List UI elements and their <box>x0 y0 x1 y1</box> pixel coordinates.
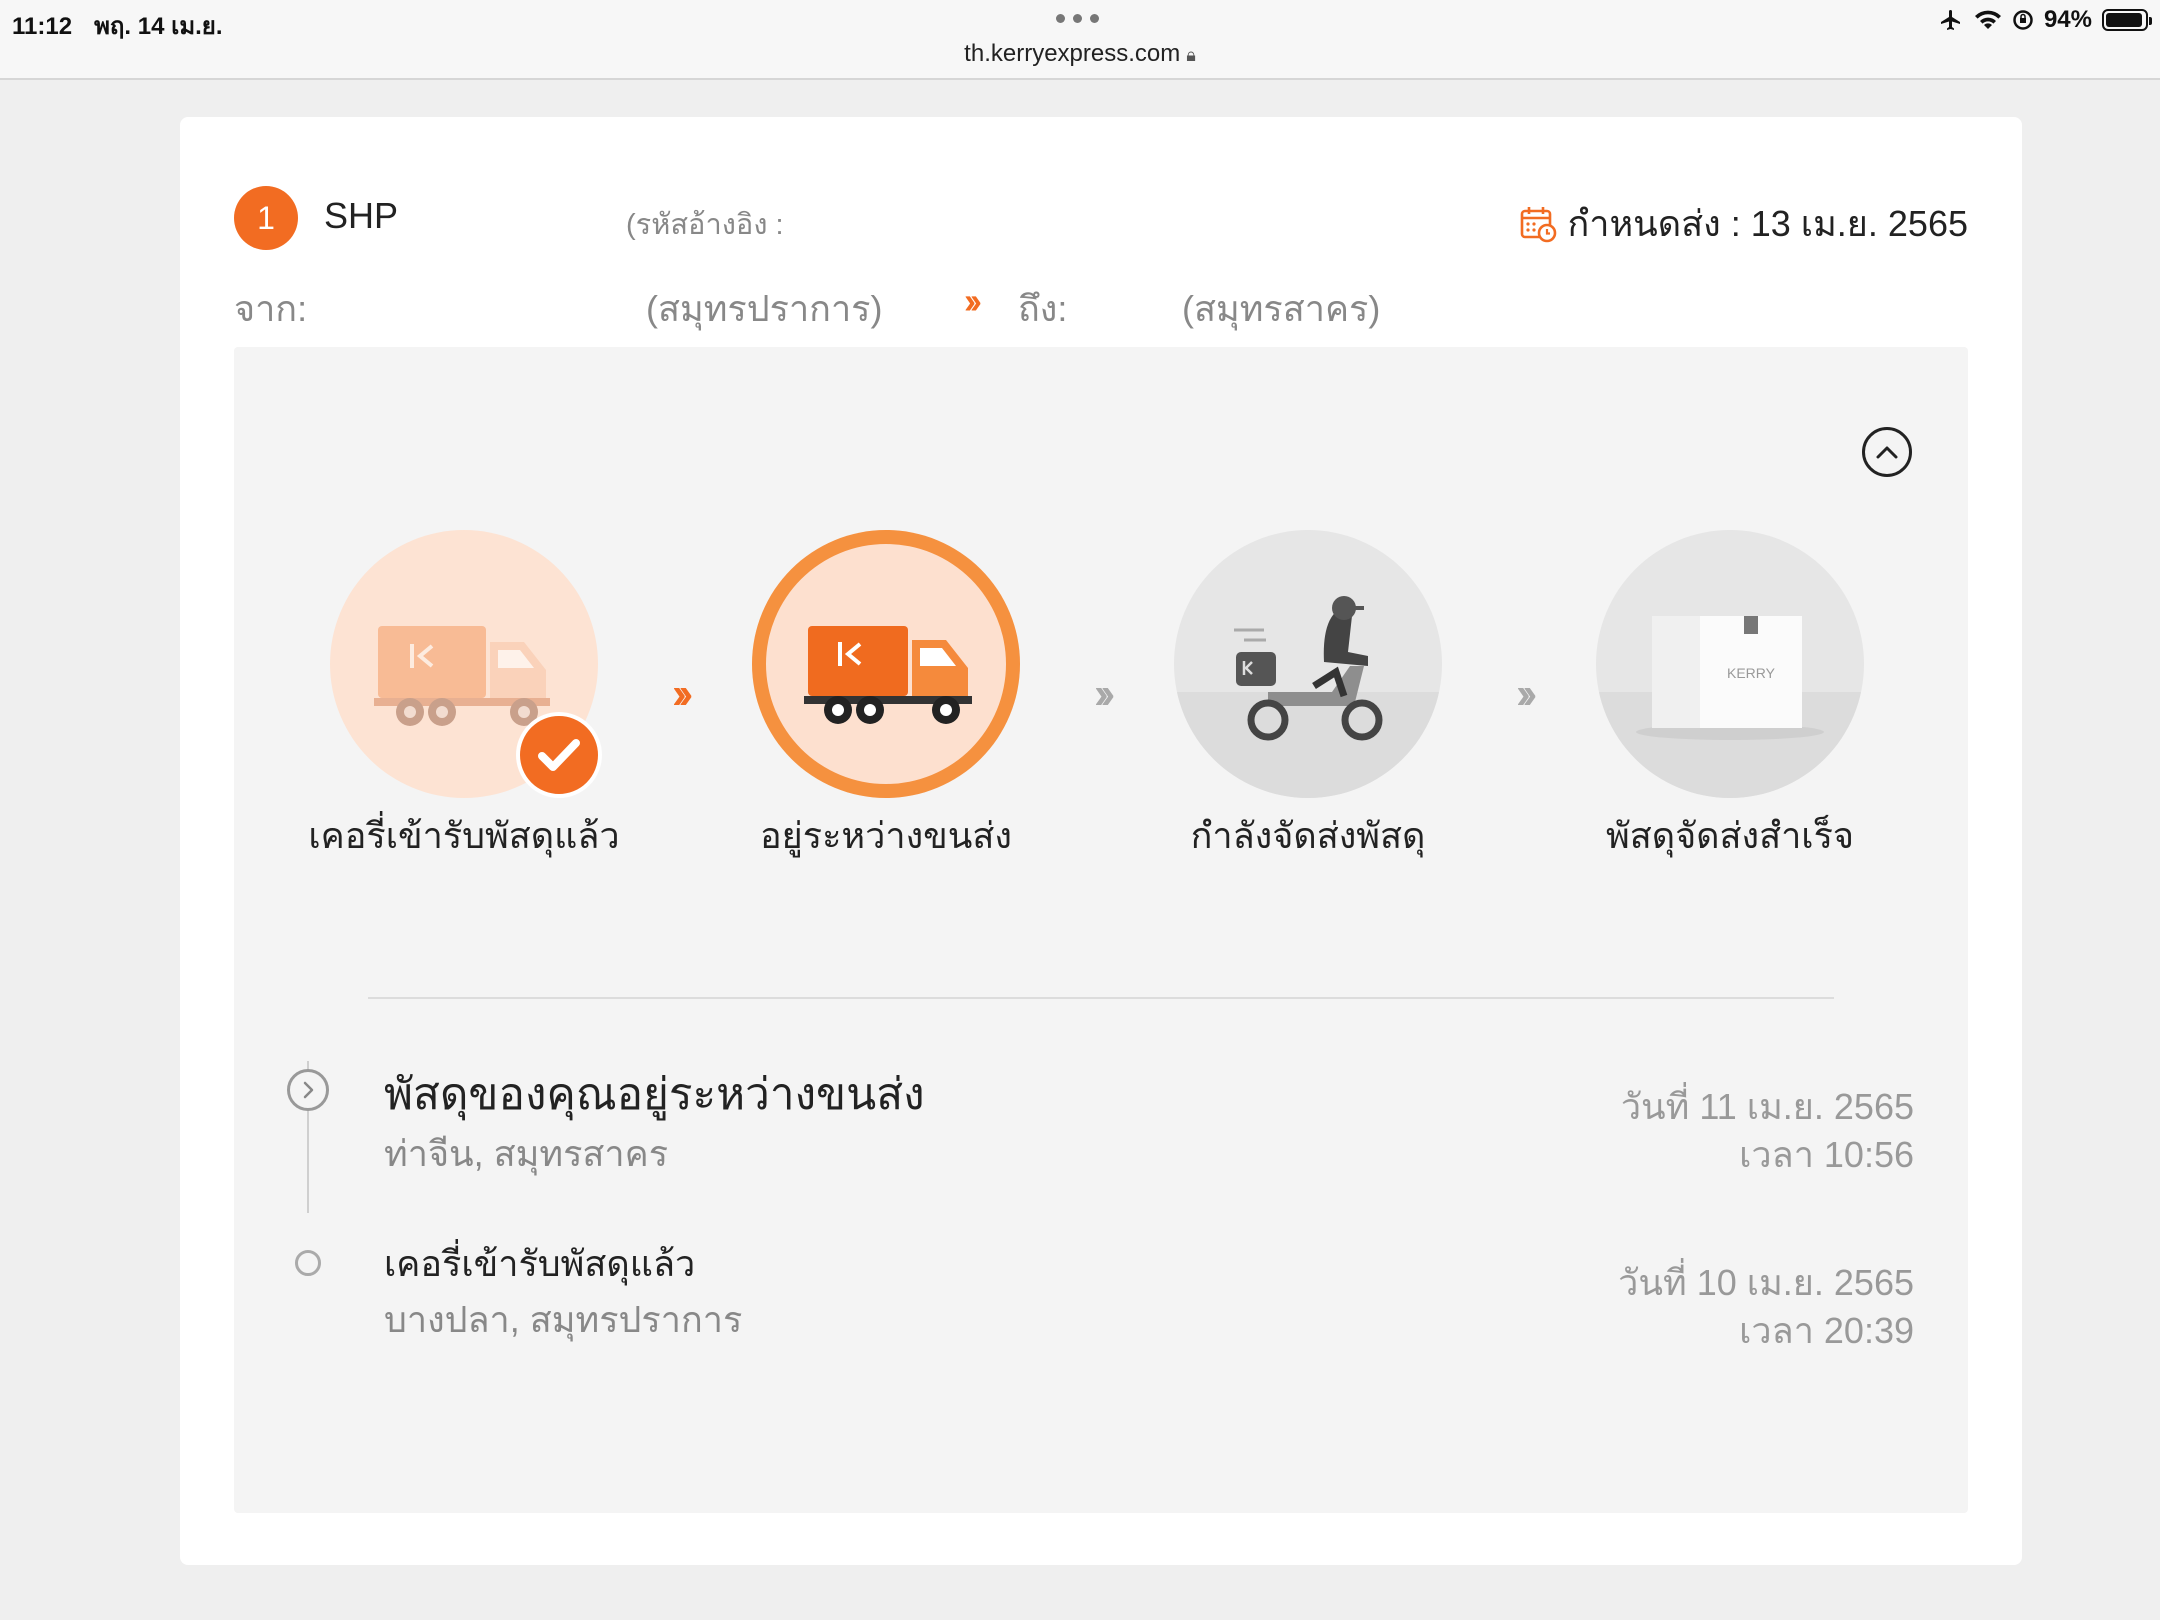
step-arrow-icon: ›› <box>1516 669 1538 718</box>
event-title: เคอรี่เข้ารับพัสดุแล้ว <box>384 1243 696 1284</box>
battery-icon <box>2102 9 2152 31</box>
step-label: อยู่ระหว่างขนส่ง <box>760 815 1012 856</box>
from-province: (สมุทรปราการ) <box>646 288 883 329</box>
truck-icon <box>804 626 972 724</box>
wifi-icon <box>1974 10 2001 29</box>
check-icon <box>516 712 602 798</box>
from-label: จาก: <box>234 288 308 329</box>
step-circle <box>752 530 1020 798</box>
status-bar: 11:12 พฤ. 14 เม.ย. th.kerryexpress.com 🔒︎ … <box>0 0 2160 80</box>
box-brand-text: KERRY <box>1727 665 1776 681</box>
motorbike-courier-icon <box>1174 596 1442 798</box>
event-time: เวลา 10:56 <box>1739 1134 1914 1175</box>
url-bar[interactable]: th.kerryexpress.com 🔒︎ <box>0 40 2160 68</box>
step-arrow-icon: ›› <box>1094 669 1116 718</box>
route-arrow-icon: ›› <box>964 280 982 321</box>
clock-date: พฤ. 14 เม.ย. <box>94 13 223 40</box>
chevron-up-icon <box>1876 446 1898 459</box>
url-text: th.kerryexpress.com <box>964 40 1181 67</box>
airplane-icon <box>1940 10 1960 30</box>
due-date: กำหนดส่ง : 13 เม.ย. 2565 <box>1519 195 1968 252</box>
to-province: (สมุทรสาคร) <box>1182 288 1381 329</box>
due-date-text: กำหนดส่ง : 13 เม.ย. 2565 <box>1567 203 1968 244</box>
clock-time: 11:12 <box>12 13 73 40</box>
event-location: บางปลา, สมุทรปราการ <box>384 1299 743 1340</box>
step-label: กำลังจัดส่งพัสดุ <box>1190 815 1426 856</box>
calendar-clock-icon <box>1521 206 1557 242</box>
step-circle: KERRY <box>1596 530 1864 798</box>
event-location: ท่าจีน, สมุทรสาคร <box>384 1133 669 1174</box>
chevron-right-icon <box>287 1069 329 1111</box>
route-row: จาก: (สมุทรปราการ) ›› ถึง: (สมุทรสาคร) <box>234 280 1434 330</box>
package-box-icon: KERRY <box>1596 616 1864 798</box>
reference-label: (รหัสอ้างอิง : <box>626 209 784 241</box>
multitasking-dots-icon[interactable] <box>1056 14 1099 23</box>
step-circle <box>1174 530 1442 798</box>
step-arrow-icon: ›› <box>672 669 694 718</box>
collapse-button[interactable] <box>1862 427 1912 477</box>
tracking-details-panel: เคอรี่เข้ารับพัสดุแล้ว ›› อยู่ระหว่างขนส… <box>234 347 1968 1513</box>
step-label: เคอรี่เข้ารับพัสดุแล้ว <box>308 815 620 856</box>
orientation-lock-icon <box>2013 10 2033 30</box>
battery-percent: 94% <box>2043 6 2092 33</box>
to-label: ถึง: <box>1018 288 1068 329</box>
shipment-card: 1 SHP (รหัสอ้างอิง : กำหนดส่ง : 13 เม.ย.… <box>180 117 2022 1565</box>
tracking-number: SHP <box>324 195 399 236</box>
step-label: พัสดุจัดส่งสำเร็จ <box>1605 815 1855 856</box>
lock-icon: 🔒︎ <box>1186 45 1196 65</box>
status-icons: 94% <box>1938 6 2152 34</box>
timeline-dot <box>295 1250 321 1276</box>
event-title: พัสดุของคุณอยู่ระหว่างขนส่ง <box>384 1070 925 1119</box>
shipment-number-badge: 1 <box>234 186 298 250</box>
battery-level <box>2106 13 2142 27</box>
event-time: เวลา 20:39 <box>1739 1310 1914 1351</box>
divider <box>368 997 1834 999</box>
